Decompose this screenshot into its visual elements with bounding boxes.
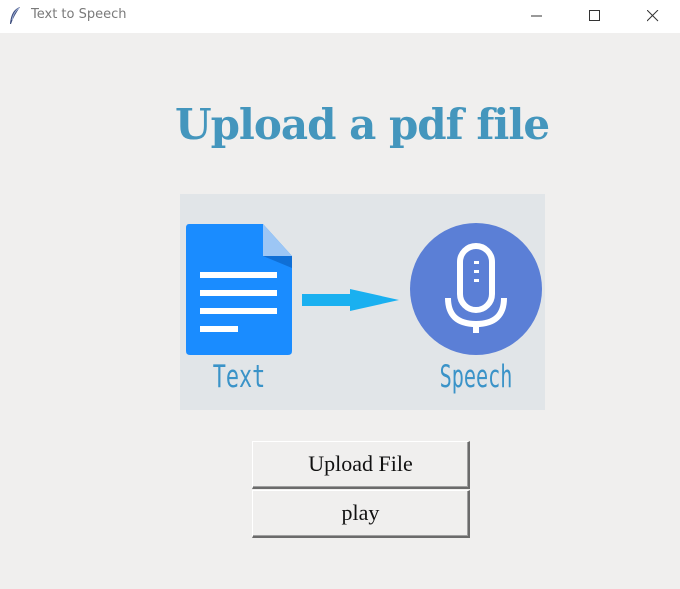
minimize-icon xyxy=(531,15,542,17)
minimize-button[interactable] xyxy=(514,0,560,33)
play-button[interactable]: play xyxy=(252,490,470,538)
title-bar[interactable]: Text to Speech xyxy=(0,0,680,33)
close-icon xyxy=(647,10,659,22)
speech-label: Speech xyxy=(440,360,513,395)
close-button[interactable] xyxy=(630,0,676,33)
maximize-icon xyxy=(589,10,600,21)
window-title: Text to Speech xyxy=(31,7,127,22)
maximize-button[interactable] xyxy=(572,0,618,33)
text-to-speech-illustration: Text Speech xyxy=(180,194,545,410)
page-heading: Upload a pdf file xyxy=(174,100,550,149)
feather-icon xyxy=(10,7,20,24)
text-label: Text xyxy=(213,359,266,395)
upload-file-button[interactable]: Upload File xyxy=(252,441,470,489)
document-icon xyxy=(186,224,292,355)
microphone-icon xyxy=(410,223,542,355)
